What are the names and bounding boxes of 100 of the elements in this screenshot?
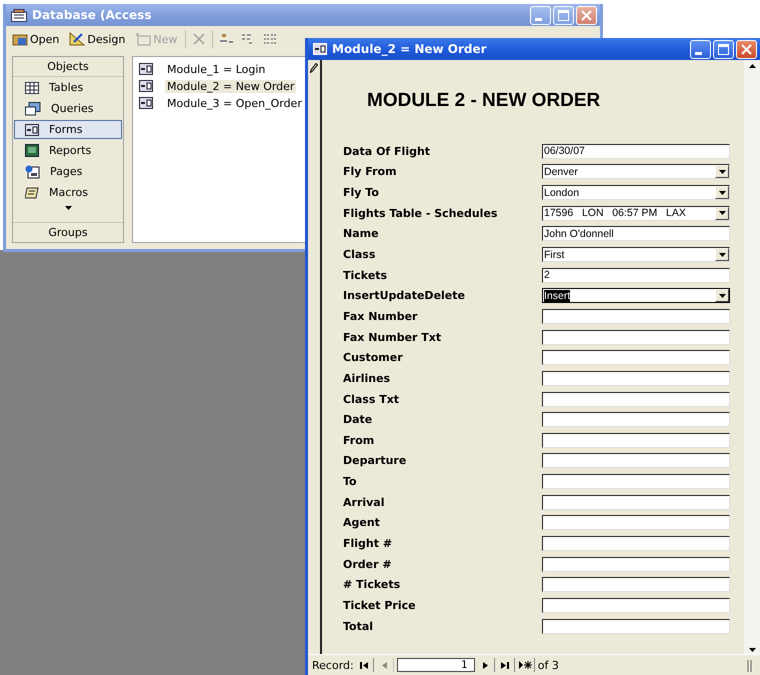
field-label: Class Txt xyxy=(343,392,400,406)
field-label: InsertUpdateDelete xyxy=(343,289,466,302)
object-type-item[interactable]: Reports xyxy=(14,141,122,160)
text-field[interactable] xyxy=(542,598,730,613)
field-label: Total xyxy=(343,620,374,633)
maximize-button[interactable] xyxy=(553,6,574,24)
scroll-up-icon[interactable] xyxy=(748,64,756,68)
text-field[interactable]: John O'donnell xyxy=(542,226,730,242)
text-field[interactable] xyxy=(542,474,730,490)
field-label: Arrival xyxy=(343,496,386,509)
text-field[interactable] xyxy=(542,432,730,448)
dropdown-button[interactable] xyxy=(715,186,729,200)
design-icon xyxy=(69,32,86,46)
minimize-button[interactable] xyxy=(530,6,551,24)
report-icon xyxy=(25,144,39,157)
combo-box[interactable]: First xyxy=(542,247,730,262)
field-label: Name xyxy=(343,227,380,240)
close-icon xyxy=(741,44,752,54)
form-icon xyxy=(139,80,153,92)
dropdown-arrow-icon xyxy=(718,190,726,195)
field-label: Departure xyxy=(343,454,408,468)
database-icon xyxy=(11,8,27,22)
record-label: Record: xyxy=(312,658,354,672)
object-type-item[interactable]: Forms xyxy=(14,120,122,139)
combo-box[interactable]: Denver xyxy=(542,164,730,180)
form-list-item[interactable]: Module_3 = Open_Order xyxy=(165,96,304,110)
groups-header[interactable]: Groups xyxy=(13,222,123,242)
close-icon xyxy=(581,10,592,20)
dropdown-button[interactable] xyxy=(715,289,729,302)
form-heading: MODULE 2 - NEW ORDER xyxy=(366,90,602,113)
scroll-down-icon[interactable] xyxy=(748,648,756,652)
field-label: To xyxy=(343,475,358,488)
text-field[interactable] xyxy=(542,412,730,428)
first-record-icon xyxy=(360,662,370,668)
text-field[interactable] xyxy=(542,350,730,366)
text-field[interactable] xyxy=(542,536,730,551)
field-label: Tickets xyxy=(343,268,388,282)
field-label: Agent xyxy=(343,516,381,530)
field-label: # Tickets xyxy=(343,578,402,592)
page-icon xyxy=(25,164,40,178)
field-label: Fly From xyxy=(343,165,398,178)
text-field[interactable] xyxy=(542,618,730,634)
combo-box[interactable]: Insert xyxy=(542,288,730,304)
field-label: Customer xyxy=(343,351,404,364)
new-record-icon xyxy=(518,661,533,669)
form-list-item[interactable]: Module_2 = New Order xyxy=(165,80,296,92)
dropdown-button[interactable] xyxy=(715,165,729,178)
close-button[interactable] xyxy=(736,40,757,58)
text-field[interactable] xyxy=(542,392,730,406)
field-label: Flights Table - Schedules xyxy=(343,206,498,220)
open-button[interactable]: Open xyxy=(10,32,62,46)
window-title: Module_2 = New Order xyxy=(332,42,488,56)
field-label: Fly To xyxy=(343,186,380,200)
new-record-button[interactable] xyxy=(518,658,535,672)
object-type-item[interactable]: Pages xyxy=(14,162,122,181)
object-type-item[interactable]: Macros xyxy=(14,183,122,202)
form-list-item[interactable]: Module_1 = Login xyxy=(165,62,268,76)
form-icon xyxy=(313,43,327,55)
text-field[interactable] xyxy=(542,370,730,386)
dropdown-arrow-icon xyxy=(718,294,726,298)
field-label: Fax Number Txt xyxy=(343,330,442,344)
text-field[interactable]: 2 xyxy=(542,268,730,283)
maximize-button[interactable] xyxy=(713,40,734,58)
next-record-icon xyxy=(482,662,489,668)
combo-box[interactable]: 17596 LON 06:57 PM LAX xyxy=(542,206,730,221)
field-label: Airlines xyxy=(343,372,392,385)
field-label: Data Of Flight xyxy=(343,144,432,158)
design-button[interactable]: Design xyxy=(67,32,128,46)
vertical-scrollbar[interactable] xyxy=(744,60,760,654)
object-type-item[interactable]: Tables xyxy=(14,78,122,97)
dropdown-button[interactable] xyxy=(715,248,729,262)
query-icon xyxy=(25,102,41,116)
object-type-item[interactable]: Queries xyxy=(14,99,122,118)
text-field[interactable]: 06/30/07 xyxy=(542,144,730,159)
pencil-icon xyxy=(310,63,318,73)
field-label: Order # xyxy=(343,558,393,571)
last-record-icon xyxy=(501,662,510,668)
record-count: of 3 xyxy=(538,658,559,672)
text-field[interactable] xyxy=(542,494,730,510)
text-field[interactable] xyxy=(542,330,730,345)
text-field[interactable] xyxy=(542,556,730,572)
more-arrow-icon[interactable] xyxy=(64,206,72,210)
text-field[interactable] xyxy=(542,453,730,468)
field-label: Ticket Price xyxy=(343,598,417,612)
minimize-button[interactable] xyxy=(690,40,711,58)
dropdown-button[interactable] xyxy=(715,206,729,220)
field-label: From xyxy=(343,434,376,447)
close-button[interactable] xyxy=(576,6,597,24)
text-field[interactable] xyxy=(542,308,730,324)
text-field[interactable] xyxy=(542,577,730,592)
new-icon xyxy=(135,32,152,46)
field-label: Fax Number xyxy=(343,310,418,323)
dropdown-arrow-icon xyxy=(718,252,726,257)
text-field[interactable] xyxy=(542,515,730,530)
window-title: Database (Access xyxy=(32,8,152,22)
objects-header: Objects xyxy=(13,57,123,77)
record-number-field[interactable]: 1 xyxy=(396,658,475,672)
field-label: Flight # xyxy=(343,536,394,550)
combo-box[interactable]: London xyxy=(542,185,730,200)
form-icon xyxy=(139,63,153,75)
